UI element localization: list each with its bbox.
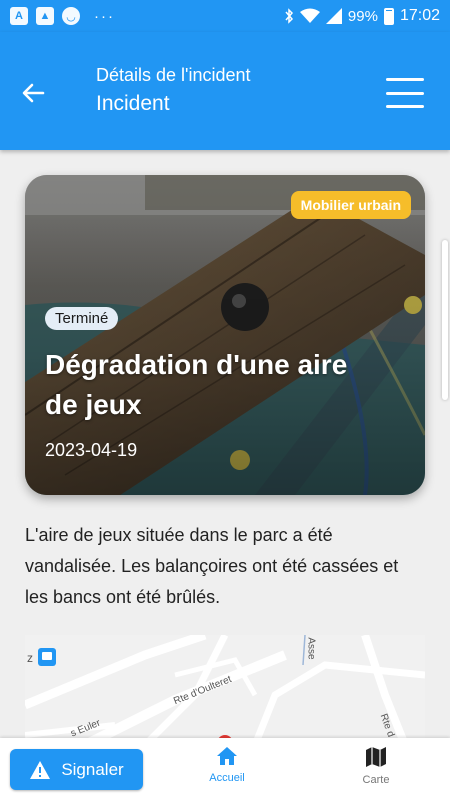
home-icon: [217, 747, 237, 765]
warning-icon: [30, 760, 51, 779]
battery-percent: 99%: [347, 7, 378, 25]
report-button-label: Signaler: [61, 759, 124, 779]
nav-home[interactable]: Accueil: [182, 746, 272, 784]
hamburger-menu-icon: [386, 78, 424, 81]
map-label-asse: Asse: [305, 637, 317, 660]
incident-detail-content[interactable]: Mobilier urbain Terminé Dégradation d'un…: [0, 150, 450, 738]
clock: 17:02: [399, 7, 440, 24]
status-bar: A ▲ ◡ ··· 99% 17:02: [0, 0, 450, 32]
wifi-icon: [299, 8, 320, 23]
back-button[interactable]: [14, 74, 52, 112]
hamburger-line: [386, 105, 424, 108]
incident-map[interactable]: Rte d'Oulteret s Euler Asse Rte d z: [25, 635, 425, 738]
nav-map-label: Carte: [362, 774, 390, 786]
app-bar-subtitle: Détails de l'incident: [96, 65, 251, 85]
incident-date: 2023-04-19: [45, 440, 138, 460]
arrow-left-icon: [22, 83, 45, 103]
app-bar-title: Incident: [96, 92, 170, 115]
signal-icon: [325, 8, 342, 24]
nav-map[interactable]: Carte: [331, 746, 421, 786]
battery-icon: [383, 7, 394, 25]
map-label-z: z: [27, 651, 33, 665]
smiley-notification-icon: ◡: [62, 7, 80, 25]
report-button[interactable]: Signaler: [10, 749, 143, 790]
bottom-navigation: Signaler Accueil Carte: [0, 738, 450, 800]
category-badge: Mobilier urbain: [290, 191, 411, 219]
status-bar-notifications: A ▲ ◡ ···: [10, 7, 115, 25]
bluetooth-icon: [285, 8, 293, 24]
map-icon: [366, 747, 386, 767]
more-notifications-icon: ···: [94, 7, 115, 25]
app-bar: Détails de l'incident Incident: [0, 32, 450, 150]
incident-description: L'aire de jeux située dans le parc a été…: [25, 525, 399, 607]
hamburger-line: [386, 91, 424, 95]
scroll-handle[interactable]: [442, 240, 448, 400]
incident-hero-card: Mobilier urbain Terminé Dégradation d'un…: [25, 175, 425, 495]
status-badge: Terminé: [45, 307, 119, 330]
nav-home-label: Accueil: [209, 772, 245, 784]
incident-title: Dégradation d'une aire de jeux: [45, 349, 348, 420]
gallery-notification-icon: ▲: [36, 7, 54, 25]
hamburger-menu-button[interactable]: [386, 78, 424, 108]
app-notification-icon: A: [10, 7, 28, 25]
